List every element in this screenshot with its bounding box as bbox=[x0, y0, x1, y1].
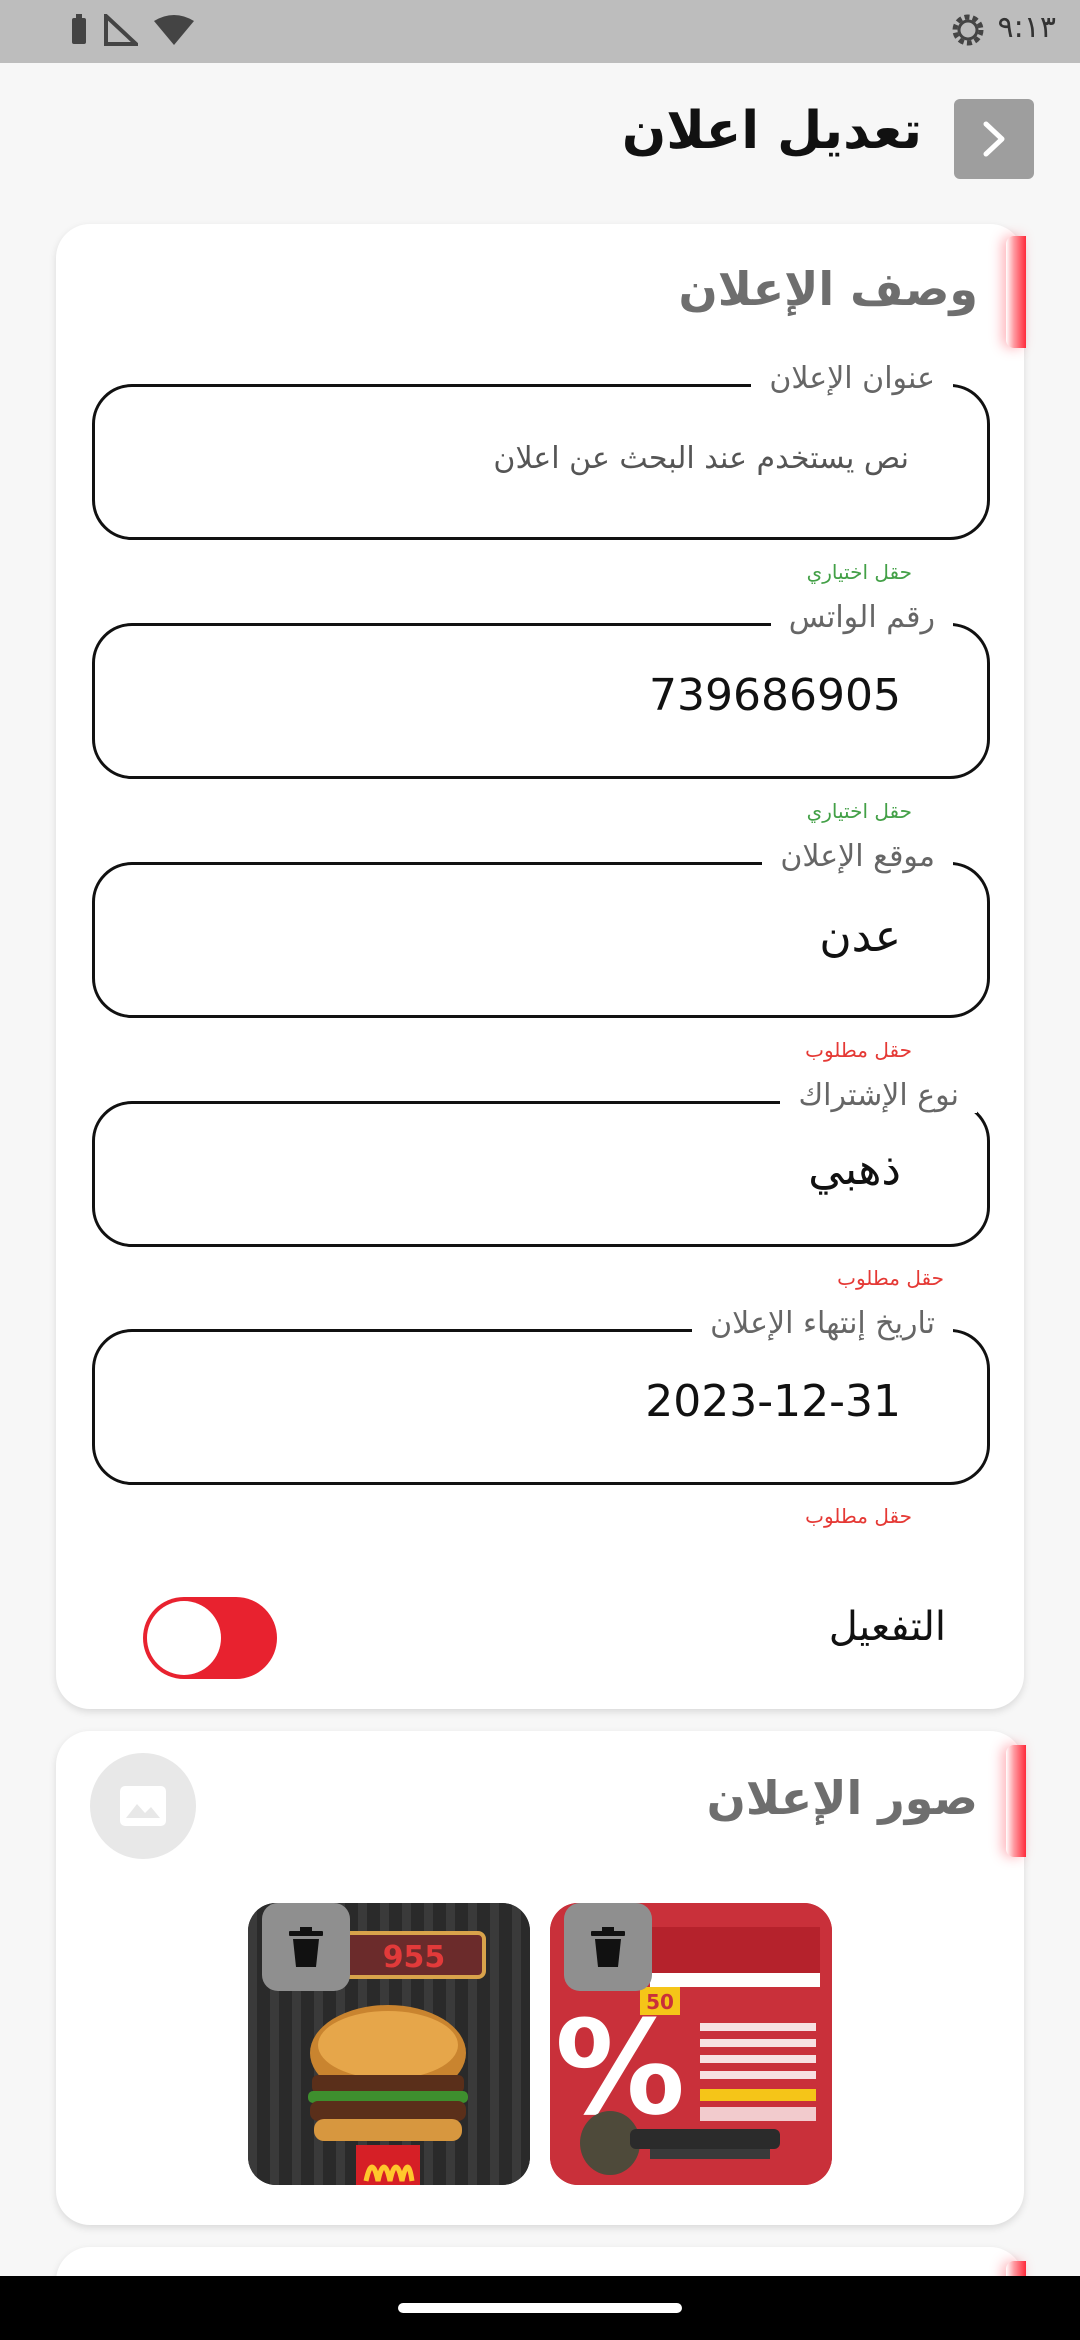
trash-icon bbox=[289, 1927, 323, 1967]
ad-images-card: صور الإعلان 955 50 % bbox=[56, 1731, 1026, 2225]
field-label: موقع الإعلان bbox=[762, 839, 953, 874]
field-hint: حقل اختياري bbox=[806, 560, 912, 584]
expiry-date-value: 2023-12-31 bbox=[645, 1376, 901, 1427]
whatsapp-field[interactable]: رقم الواتس 739686905 bbox=[92, 600, 990, 779]
chevron-right-icon bbox=[983, 121, 1005, 157]
expiry-date-field[interactable]: تاريخ إنتهاء الإعلان 2023-12-31 bbox=[92, 1306, 990, 1485]
field-label: تاريخ إنتهاء الإعلان bbox=[692, 1306, 953, 1341]
app-bar: تعديل اعلان bbox=[0, 63, 1080, 213]
activation-toggle[interactable] bbox=[143, 1597, 277, 1679]
signal-icon bbox=[104, 14, 138, 46]
delete-image-button[interactable] bbox=[564, 1903, 652, 1991]
field-label: عنوان الإعلان bbox=[751, 361, 953, 396]
ad-title-field[interactable]: عنوان الإعلان نص يستخدم عند البحث عن اعل… bbox=[92, 361, 990, 540]
field-hint: حقل مطلوب bbox=[805, 1038, 912, 1062]
page-title: تعديل اعلان bbox=[621, 101, 922, 161]
location-field[interactable]: موقع الإعلان عدن bbox=[92, 839, 990, 1018]
field-hint: حقل مطلوب bbox=[837, 1266, 944, 1290]
system-navigation-bar bbox=[0, 2276, 1080, 2340]
home-gesture-handle[interactable] bbox=[398, 2303, 682, 2313]
add-image-button[interactable] bbox=[90, 1753, 196, 1859]
status-icons bbox=[70, 14, 194, 46]
section-accent bbox=[1006, 1745, 1026, 1857]
field-hint: حقل اختياري bbox=[806, 799, 912, 823]
back-button[interactable] bbox=[954, 99, 1034, 179]
activation-label: التفعيل bbox=[828, 1604, 946, 1650]
trash-icon bbox=[591, 1927, 625, 1967]
ad-title-placeholder: نص يستخدم عند البحث عن اعلان bbox=[493, 441, 909, 476]
subscription-type-value: ذهبي bbox=[808, 1144, 901, 1195]
burger-ad-image[interactable]: 955 bbox=[248, 1903, 530, 2185]
location-value: عدن bbox=[819, 911, 901, 962]
settings-gear-icon bbox=[952, 14, 984, 46]
status-time: ٩:١٣ bbox=[997, 10, 1056, 45]
toggle-knob bbox=[147, 1601, 221, 1675]
section-title: وصف الإعلان bbox=[678, 262, 978, 316]
whatsapp-value: 739686905 bbox=[649, 670, 901, 721]
battery-icon bbox=[72, 14, 86, 44]
svg-text:955: 955 bbox=[383, 1940, 446, 1975]
discount-ad-image[interactable]: 50 % bbox=[550, 1903, 832, 2185]
section-accent bbox=[1006, 236, 1026, 348]
field-label: رقم الواتس bbox=[770, 600, 953, 635]
delete-image-button[interactable] bbox=[262, 1903, 350, 1991]
subscription-type-field[interactable]: نوع الإشتراك ذهبي bbox=[92, 1078, 990, 1247]
field-hint: حقل مطلوب bbox=[805, 1504, 912, 1528]
wifi-icon bbox=[154, 15, 194, 45]
ad-description-card: وصف الإعلان عنوان الإعلان نص يستخدم عند … bbox=[56, 224, 1026, 1709]
image-icon bbox=[120, 1786, 166, 1826]
status-bar: ٩:١٣ bbox=[0, 0, 1080, 63]
field-label: نوع الإشتراك bbox=[780, 1078, 977, 1113]
section-title: صور الإعلان bbox=[706, 1771, 978, 1825]
